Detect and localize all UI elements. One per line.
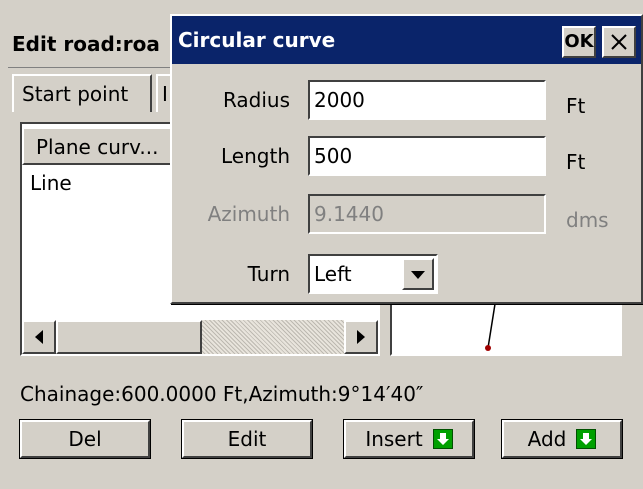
scroll-thumb[interactable] bbox=[56, 320, 202, 354]
scroll-right-button[interactable] bbox=[344, 320, 378, 354]
length-input[interactable] bbox=[308, 136, 546, 176]
insert-button[interactable]: Insert bbox=[343, 419, 475, 459]
triangle-right-icon bbox=[357, 330, 365, 344]
length-label: Length bbox=[221, 144, 290, 168]
status-text: Chainage:600.0000 Ft,Azimuth:9°14′40″ bbox=[20, 382, 424, 406]
azimuth-label: Azimuth bbox=[207, 202, 290, 226]
close-icon bbox=[611, 34, 627, 50]
turn-label: Turn bbox=[247, 262, 290, 286]
insert-button-label: Insert bbox=[365, 427, 423, 451]
add-button-label: Add bbox=[527, 427, 567, 451]
turn-select[interactable]: Left bbox=[308, 254, 438, 294]
del-button-label: Del bbox=[68, 427, 102, 451]
arrow-down-icon bbox=[432, 429, 453, 449]
ok-button[interactable]: OK bbox=[562, 26, 596, 58]
curve-preview bbox=[390, 302, 622, 356]
scroll-left-button[interactable] bbox=[22, 320, 56, 354]
radius-input[interactable] bbox=[308, 80, 546, 120]
dropdown-button[interactable] bbox=[402, 258, 434, 290]
circular-curve-dialog: Circular curve OK Radius Ft Length Ft Az… bbox=[170, 14, 643, 304]
tab-start-point[interactable]: Start point bbox=[12, 74, 152, 112]
edit-button-label: Edit bbox=[227, 427, 267, 451]
radius-unit: Ft bbox=[566, 94, 586, 118]
add-button[interactable]: Add bbox=[501, 419, 623, 459]
azimuth-input bbox=[308, 194, 546, 234]
list-item[interactable]: Line bbox=[30, 168, 72, 198]
list-column-header[interactable]: Plane curv... bbox=[22, 127, 172, 165]
chevron-down-icon bbox=[411, 271, 425, 279]
arrow-down-icon bbox=[576, 429, 597, 449]
close-button[interactable] bbox=[602, 26, 636, 58]
dialog-title: Circular curve bbox=[178, 28, 336, 52]
azimuth-unit: dms bbox=[566, 208, 609, 232]
horizontal-scrollbar[interactable] bbox=[22, 320, 378, 354]
turn-selected-value: Left bbox=[314, 262, 352, 286]
length-unit: Ft bbox=[566, 150, 586, 174]
triangle-left-icon bbox=[35, 330, 43, 344]
window-title: Edit road:roa bbox=[8, 20, 178, 68]
radius-label: Radius bbox=[222, 88, 290, 112]
preview-graphic bbox=[485, 303, 496, 351]
edit-button[interactable]: Edit bbox=[181, 419, 313, 459]
del-button[interactable]: Del bbox=[19, 419, 151, 459]
